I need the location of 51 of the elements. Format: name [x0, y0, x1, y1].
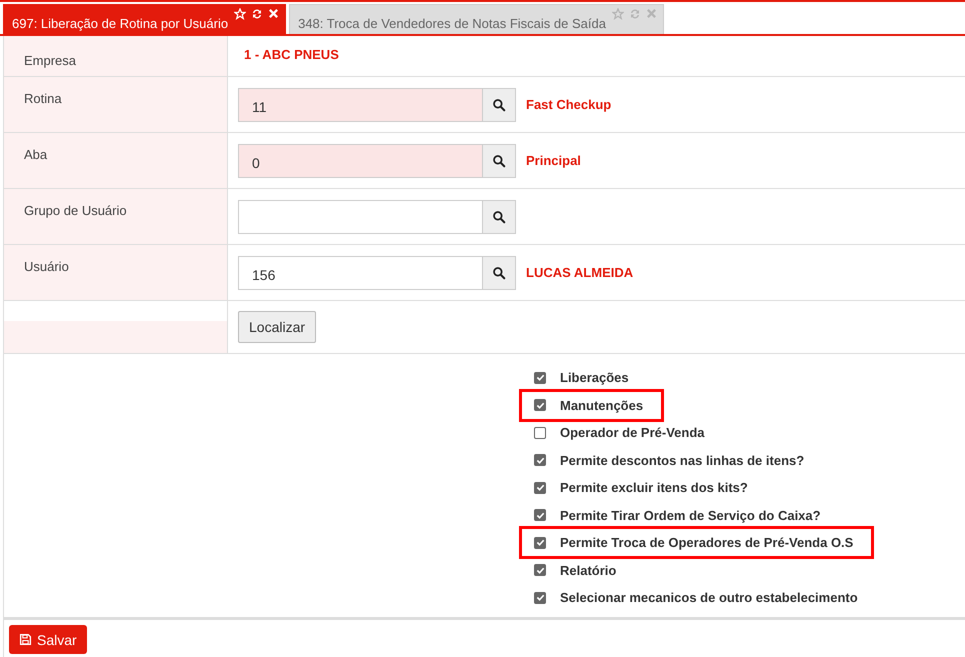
field-label: Rotina	[24, 91, 62, 106]
close-icon	[268, 8, 280, 19]
checkbox[interactable]	[534, 372, 546, 384]
input-field[interactable]: 11	[238, 88, 483, 122]
lookup-description: Fast Checkup	[526, 97, 612, 112]
checkbox[interactable]	[534, 509, 546, 522]
checkbox[interactable]	[534, 399, 546, 411]
checkbox-label: Relatório	[560, 562, 616, 578]
refresh-icon	[251, 8, 264, 20]
input-field[interactable]: 156	[238, 256, 483, 290]
lookup-description: Principal	[526, 153, 581, 168]
checkbox[interactable]	[534, 592, 546, 604]
checkbox-label: Permite Tirar Ordem de Serviço do Caixa?	[560, 508, 821, 523]
input-field[interactable]: 0	[238, 144, 483, 178]
search-button[interactable]	[483, 144, 516, 178]
save-button[interactable]: Salvar	[9, 625, 87, 654]
checkbox[interactable]	[534, 482, 546, 494]
close-icon	[646, 8, 657, 19]
star-icon	[234, 8, 246, 20]
checkbox-label: Permite descontos nas linhas de itens?	[560, 452, 804, 468]
search-icon	[492, 98, 506, 112]
refresh-icon	[628, 8, 641, 20]
checkbox[interactable]	[534, 454, 546, 466]
tab[interactable]: 697: Liberação de Rotina por Usuário	[3, 4, 286, 34]
search-icon	[492, 210, 506, 224]
search-button[interactable]: Localizar	[238, 311, 316, 343]
input-field[interactable]	[238, 200, 483, 234]
checkbox-label: Permite excluir itens dos kits?	[560, 480, 748, 496]
field-label: Usuário	[24, 259, 69, 274]
checkbox[interactable]	[534, 564, 546, 576]
checkbox[interactable]	[534, 426, 546, 439]
tab[interactable]: 348: Troca de Vendedores de Notas Fiscais de Saída	[289, 4, 664, 34]
checkbox-label: Permite Troca de Operadores de Pré-Venda O.S	[560, 535, 854, 550]
checkbox-label: Liberações	[560, 370, 629, 386]
search-icon	[492, 154, 506, 168]
checkbox-label: Operador de Pré-Venda	[560, 425, 704, 440]
search-button[interactable]	[483, 256, 516, 290]
company-name: 1 - ABC PNEUS	[244, 47, 339, 62]
checkbox-label: Manutenções	[560, 398, 644, 412]
field-label: Aba	[24, 147, 48, 162]
field-label: Grupo de Usuário	[24, 203, 127, 218]
field-label: Empresa	[24, 53, 76, 68]
checkbox[interactable]	[534, 536, 546, 548]
lookup-description: LUCAS ALMEIDA	[526, 265, 634, 280]
search-button[interactable]	[483, 88, 516, 122]
search-button[interactable]	[483, 200, 516, 234]
checkbox-label: Selecionar mecanicos de outro estabelecimento	[560, 590, 858, 606]
tab-label[interactable]: 697: Liberação de Rotina por Usuário	[12, 8, 228, 31]
tab-label[interactable]: 348: Troca de Vendedores de Notas Fiscais de Saída	[298, 8, 606, 31]
search-icon	[492, 266, 506, 280]
star-icon	[612, 8, 624, 20]
